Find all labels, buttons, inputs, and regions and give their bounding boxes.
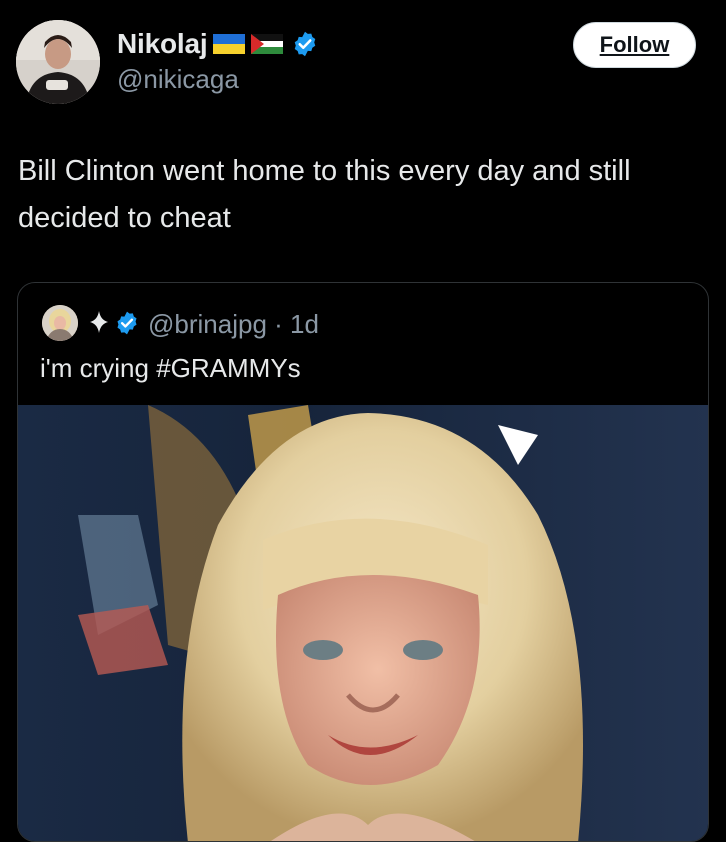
quoted-verified-badge-icon [117, 311, 137, 335]
follow-button[interactable]: Follow [573, 22, 696, 68]
verified-badge-icon [295, 31, 316, 57]
video-still-blonde-woman-icon[interactable] [18, 405, 709, 842]
author-name[interactable]: Nikolaj [117, 28, 208, 60]
ukraine-flag-icon [213, 34, 246, 54]
sparkle-icon [90, 311, 108, 333]
quoted-author-avatar[interactable] [42, 305, 78, 341]
quoted-tweet-text: i'm crying #GRAMMYs [40, 353, 301, 383]
quoted-tweet[interactable]: @brinajpg · 1d i'm crying #GRAMMYs [17, 282, 709, 842]
author-avatar[interactable] [16, 20, 100, 104]
quoted-handle-and-time[interactable]: @brinajpg · 1d [148, 309, 319, 340]
author-name-row: Nikolaj [117, 28, 319, 60]
tweet-text: Bill Clinton went home to this every day… [18, 155, 631, 234]
person-photo-avatar-icon [16, 20, 100, 104]
palestine-flag-icon [251, 34, 284, 54]
author-handle[interactable]: @nikicaga [117, 64, 239, 95]
blonde-person-avatar-icon [42, 305, 78, 341]
